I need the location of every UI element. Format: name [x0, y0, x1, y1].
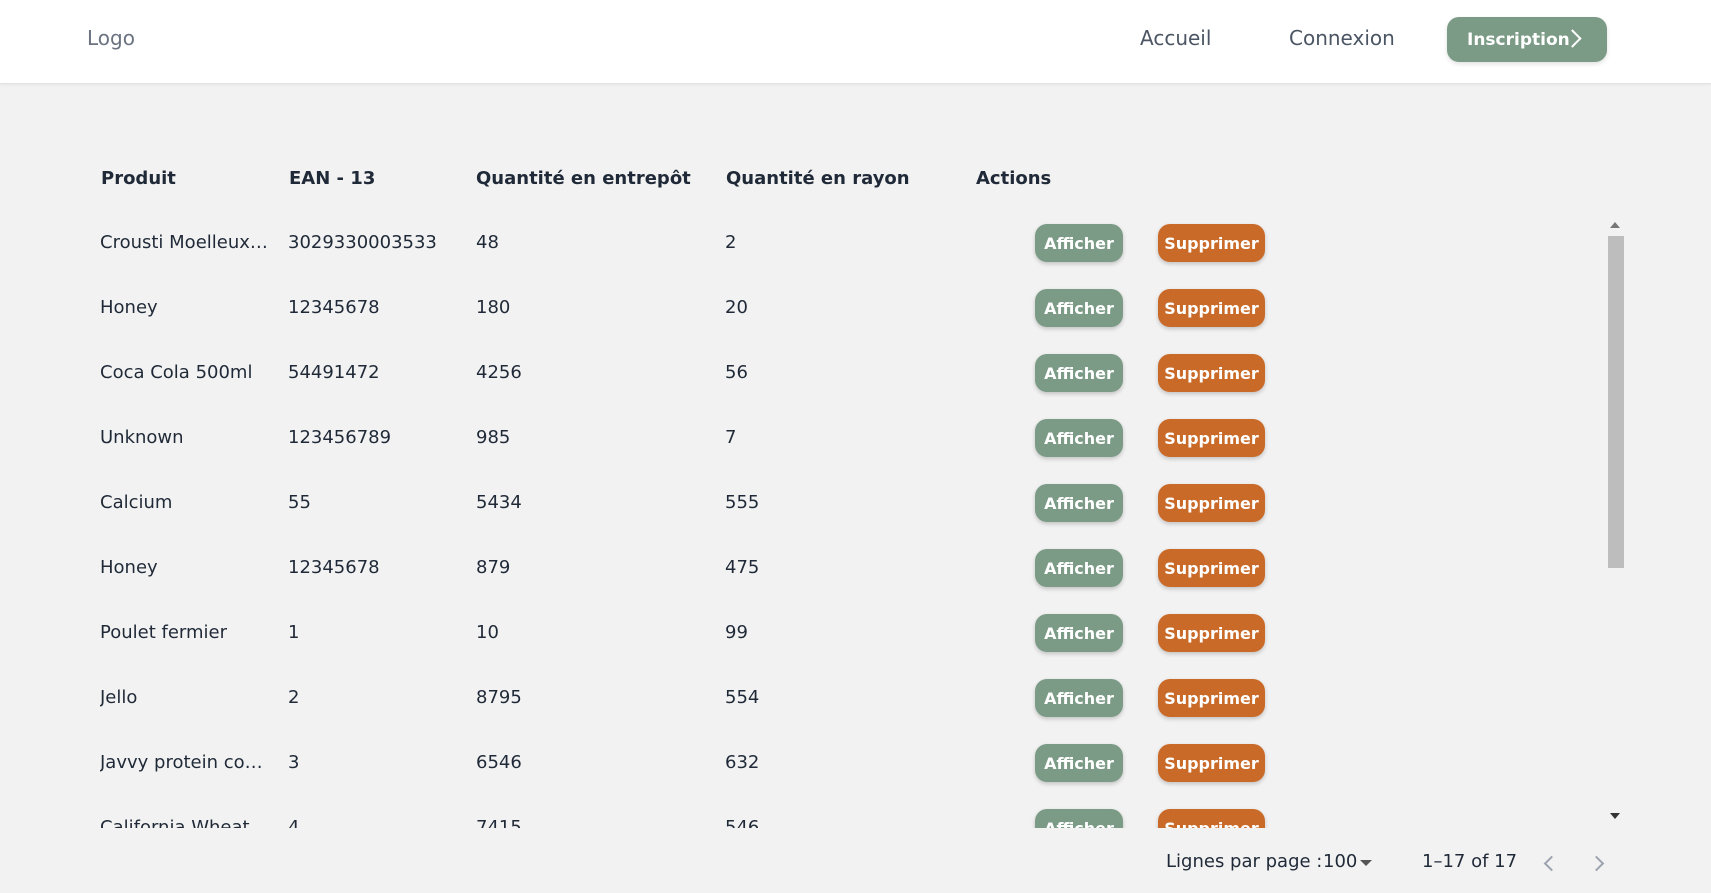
cell-ean: 55: [288, 492, 311, 513]
cell-quantite-rayon: 475: [725, 557, 760, 578]
cell-quantite-entrepot: 985: [476, 427, 511, 448]
cell-ean: 12345678: [288, 297, 380, 318]
afficher-button[interactable]: Afficher: [1035, 614, 1123, 652]
column-header-quantite-entrepot: Quantité en entrepôt: [476, 168, 691, 189]
cell-ean: 2: [288, 687, 300, 708]
supprimer-button[interactable]: Supprimer: [1158, 419, 1265, 457]
cell-quantite-rayon: 632: [725, 752, 760, 773]
afficher-button[interactable]: Afficher: [1035, 354, 1123, 392]
table-row: Honey 12345678 879 475 Afficher Supprimer: [0, 535, 1711, 600]
cell-produit: Crousti Moelleux ...: [100, 232, 270, 253]
column-header-actions: Actions: [976, 168, 1052, 189]
rows-per-page-label: Lignes par page :: [1166, 851, 1323, 872]
logo[interactable]: Logo: [87, 26, 135, 50]
afficher-button[interactable]: Afficher: [1035, 809, 1123, 828]
cell-quantite-entrepot: 48: [476, 232, 499, 253]
afficher-button[interactable]: Afficher: [1035, 289, 1123, 327]
supprimer-button[interactable]: Supprimer: [1158, 614, 1265, 652]
scroll-up-arrow-icon[interactable]: [1610, 222, 1620, 228]
afficher-button[interactable]: Afficher: [1035, 419, 1123, 457]
cell-produit: Honey: [100, 297, 158, 318]
cell-ean: 1: [288, 622, 300, 643]
cell-quantite-rayon: 7: [725, 427, 737, 448]
cell-produit: Calcium: [100, 492, 173, 513]
cell-quantite-entrepot: 7415: [476, 817, 522, 828]
supprimer-button[interactable]: Supprimer: [1158, 809, 1265, 828]
inscription-button[interactable]: Inscription: [1447, 17, 1607, 62]
cell-produit: Honey: [100, 557, 158, 578]
cell-quantite-entrepot: 6546: [476, 752, 522, 773]
navbar: Logo Accueil Connexion Inscription: [0, 0, 1711, 84]
cell-quantite-rayon: 554: [725, 687, 760, 708]
cell-quantite-rayon: 99: [725, 622, 748, 643]
table-row: Poulet fermier 1 10 99 Afficher Supprimer: [0, 600, 1711, 665]
table-row: Javvy protein coffee 3 6546 632 Afficher Supp…: [0, 730, 1711, 795]
supprimer-button[interactable]: Supprimer: [1158, 679, 1265, 717]
afficher-button[interactable]: Afficher: [1035, 484, 1123, 522]
cell-quantite-rayon: 546: [725, 817, 760, 828]
cell-ean: 3: [288, 752, 300, 773]
supprimer-button[interactable]: Supprimer: [1158, 224, 1265, 262]
scroll-down-arrow-icon[interactable]: [1610, 813, 1620, 819]
cell-quantite-entrepot: 10: [476, 622, 499, 643]
cell-ean: 54491472: [288, 362, 380, 383]
supprimer-button[interactable]: Supprimer: [1158, 549, 1265, 587]
supprimer-button[interactable]: Supprimer: [1158, 484, 1265, 522]
column-header-quantite-rayon: Quantité en rayon: [726, 168, 910, 189]
cell-quantite-entrepot: 180: [476, 297, 511, 318]
cell-produit: Coca Cola 500ml: [100, 362, 253, 383]
cell-ean: 3029330003533: [288, 232, 437, 253]
afficher-button[interactable]: Afficher: [1035, 224, 1123, 262]
scrollbar-thumb[interactable]: [1608, 236, 1624, 568]
cell-produit: Javvy protein coffee: [100, 752, 270, 773]
table-pagination: Lignes par page : 100 1–17 of 17: [0, 830, 1711, 893]
cell-quantite-entrepot: 8795: [476, 687, 522, 708]
cell-quantite-entrepot: 4256: [476, 362, 522, 383]
table-row: Honey 12345678 180 20 Afficher Supprimer: [0, 275, 1711, 340]
nav-link-accueil[interactable]: Accueil: [1140, 26, 1211, 50]
rows-per-page-select[interactable]: 100: [1323, 851, 1357, 872]
cell-quantite-rayon: 2: [725, 232, 737, 253]
cell-produit: Unknown: [100, 427, 184, 448]
table-row: Unknown 123456789 985 7 Afficher Supprimer: [0, 405, 1711, 470]
cell-quantite-entrepot: 879: [476, 557, 511, 578]
previous-page-button[interactable]: [1543, 855, 1560, 872]
supprimer-button[interactable]: Supprimer: [1158, 744, 1265, 782]
caret-down-icon[interactable]: [1360, 860, 1372, 866]
cell-quantite-rayon: 56: [725, 362, 748, 383]
supprimer-button[interactable]: Supprimer: [1158, 354, 1265, 392]
pagination-range: 1–17 of 17: [1422, 851, 1518, 872]
cell-ean: 4: [288, 817, 300, 828]
cell-produit: Jello: [100, 687, 138, 708]
cell-quantite-rayon: 20: [725, 297, 748, 318]
cell-ean: 12345678: [288, 557, 380, 578]
table-row: Calcium 55 5434 555 Afficher Supprimer: [0, 470, 1711, 535]
table-row: California Wheat 4 7415 546 Afficher Supprime…: [0, 795, 1711, 828]
cell-quantite-entrepot: 5434: [476, 492, 522, 513]
next-page-button[interactable]: [1588, 855, 1605, 872]
cell-quantite-rayon: 555: [725, 492, 760, 513]
afficher-button[interactable]: Afficher: [1035, 744, 1123, 782]
table-row: Coca Cola 500ml 54491472 4256 56 Afficher Sup…: [0, 340, 1711, 405]
cell-produit: Poulet fermier: [100, 622, 227, 643]
afficher-button[interactable]: Afficher: [1035, 679, 1123, 717]
afficher-button[interactable]: Afficher: [1035, 549, 1123, 587]
column-header-ean: EAN - 13: [289, 168, 376, 189]
inscription-button-label: Inscription: [1467, 29, 1570, 50]
nav-link-connexion[interactable]: Connexion: [1289, 26, 1395, 50]
column-header-produit: Produit: [101, 168, 176, 189]
table-row: Crousti Moelleux ... 3029330003533 48 2 Affi…: [0, 210, 1711, 275]
cell-produit: California Wheat: [100, 817, 250, 828]
cell-ean: 123456789: [288, 427, 392, 448]
table-body[interactable]: Crousti Moelleux ... 3029330003533 48 2 Affi…: [0, 210, 1711, 828]
supprimer-button[interactable]: Supprimer: [1158, 289, 1265, 327]
table-row: Jello 2 8795 554 Afficher Supprimer: [0, 665, 1711, 730]
